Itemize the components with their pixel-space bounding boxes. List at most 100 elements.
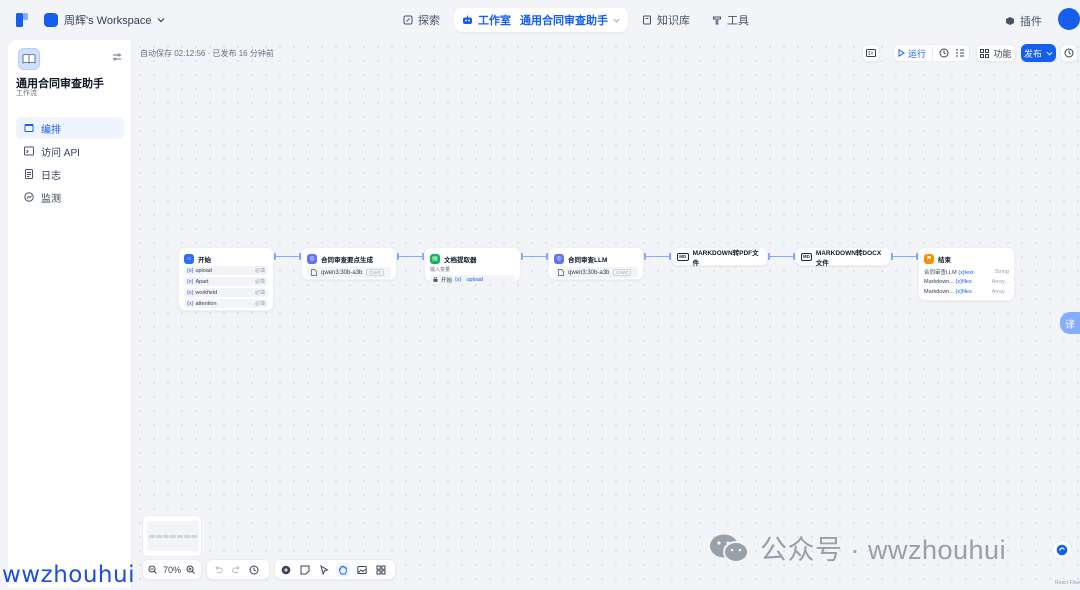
image-icon bbox=[357, 565, 367, 574]
node-llm-review-points[interactable]: ◎ 合同审查要点生成 qwen3:30b-a3b CHAT bbox=[301, 247, 397, 280]
layout-icon bbox=[24, 124, 34, 132]
pointer-mode-button[interactable] bbox=[317, 563, 331, 577]
layout-grid-icon bbox=[376, 565, 386, 575]
watermark-left: wwzhouhui bbox=[2, 562, 135, 588]
lock-icon bbox=[433, 277, 438, 282]
minimap-node bbox=[163, 535, 169, 538]
terminal-icon bbox=[24, 146, 34, 156]
chevron-down-icon bbox=[613, 18, 620, 23]
env-vars-button[interactable] bbox=[862, 44, 880, 62]
start-var-row: {x} upload 必填 bbox=[184, 266, 268, 275]
end-output-row: 合同审查LLM {x}text String bbox=[924, 269, 1009, 276]
minimap-node bbox=[156, 535, 162, 538]
cube-icon bbox=[1006, 17, 1014, 25]
node-title: 结束 bbox=[938, 256, 951, 264]
main-nav: 探索 工作室 通用合同审查助手 知识库 工具 bbox=[395, 8, 757, 32]
node-title: 开始 bbox=[198, 256, 211, 264]
node-start[interactable]: ⌂ 开始 {x} upload 必填 {x} Apart 必填 {x} workfie… bbox=[178, 247, 274, 311]
flag-icon: ⚑ bbox=[924, 253, 934, 264]
add-node-button[interactable] bbox=[279, 563, 293, 577]
book-icon bbox=[643, 15, 651, 25]
sticky-note-icon bbox=[300, 565, 310, 574]
redo-button[interactable] bbox=[229, 563, 243, 577]
hand-mode-button[interactable] bbox=[336, 562, 350, 577]
nav-knowledge[interactable]: 知识库 bbox=[634, 8, 698, 32]
autosave-status: 自动保存 02:12:56 · 已发布 16 分钟前 bbox=[140, 49, 274, 58]
minimap-node bbox=[191, 535, 197, 538]
env-button[interactable] bbox=[862, 44, 880, 62]
monitor-icon bbox=[24, 192, 34, 202]
app-icon bbox=[18, 48, 40, 70]
export-image-button[interactable] bbox=[355, 563, 369, 577]
node-title: 合同审查LLM bbox=[568, 256, 608, 264]
run-button[interactable]: 运行 bbox=[898, 46, 934, 60]
cursor-icon bbox=[319, 564, 329, 575]
edge bbox=[274, 256, 301, 257]
minimap-node bbox=[177, 535, 183, 538]
side-menu: 编排 访问 API 日志 监测 bbox=[16, 117, 124, 209]
workflow-canvas[interactable] bbox=[133, 40, 1080, 588]
features-button[interactable]: 功能 bbox=[976, 44, 1016, 62]
node-doc-extractor[interactable]: ▤ 文档提取器 输入变量 开始 {x} upload bbox=[424, 247, 521, 284]
sidebar-item-orchestrate[interactable]: 编排 bbox=[16, 117, 124, 139]
undo-icon bbox=[215, 566, 223, 574]
start-var-row: {x} attention 必填 bbox=[184, 299, 268, 308]
plugin-button[interactable]: 插件 bbox=[1005, 13, 1042, 29]
node-title: MARKDOWN转PDF文件 bbox=[692, 249, 759, 267]
history-button[interactable] bbox=[247, 563, 261, 577]
add-note-button[interactable] bbox=[298, 563, 312, 577]
node-end[interactable]: ⚑ 结束 合同审查LLM {x}text String Markdown... … bbox=[918, 247, 1015, 301]
minimap-node bbox=[170, 535, 176, 538]
workspace-name: 周辉's Workspace bbox=[64, 15, 152, 27]
user-avatar[interactable] bbox=[1058, 8, 1080, 30]
minimap-node bbox=[149, 535, 155, 538]
nav-studio-app[interactable]: 通用合同审查助手 bbox=[520, 12, 608, 28]
wechat-icon bbox=[710, 534, 749, 563]
workspace-switcher[interactable]: 周辉's Workspace bbox=[44, 12, 165, 28]
version-history-button[interactable] bbox=[1060, 44, 1078, 62]
zoom-in-button[interactable] bbox=[185, 563, 197, 577]
edge bbox=[521, 256, 548, 257]
watermark-center: 公众号 · wwzhouhui bbox=[708, 528, 1006, 567]
sidebar-item-logs[interactable]: 日志 bbox=[16, 163, 124, 185]
node-title: 文档提取器 bbox=[444, 256, 477, 264]
chevron-down-icon bbox=[1046, 51, 1053, 56]
node-markdown-to-pdf[interactable]: MD MARKDOWN转PDF文件 bbox=[671, 247, 768, 267]
hammer-icon bbox=[713, 16, 721, 25]
end-output-row: Markdown... {x}files Array... bbox=[924, 289, 1009, 295]
start-var-row: {x} workfield 必填 bbox=[184, 288, 268, 297]
react-flow-attribution[interactable]: React Flow bbox=[1055, 580, 1080, 586]
node-llm-contract-review[interactable]: ◎ 合同审查LLM qwen3:30b-a3b CHAT bbox=[548, 247, 644, 280]
workspace-avatar bbox=[44, 13, 58, 27]
grid-icon bbox=[980, 48, 990, 58]
checklist-icon[interactable] bbox=[955, 48, 965, 58]
history-control bbox=[206, 559, 270, 580]
minimap[interactable] bbox=[142, 515, 202, 557]
zoom-control: 70% bbox=[142, 559, 202, 580]
document-icon: ▤ bbox=[430, 253, 440, 264]
sidebar-item-api[interactable]: 访问 API bbox=[16, 140, 124, 162]
translate-button[interactable]: 译 bbox=[1060, 312, 1080, 334]
zoom-in-icon bbox=[186, 565, 196, 574]
help-button[interactable] bbox=[1052, 540, 1072, 560]
history-icon bbox=[1064, 48, 1074, 58]
dify-logo-icon[interactable] bbox=[16, 12, 30, 28]
compass-icon bbox=[403, 15, 413, 25]
model-selector: qwen3:30b-a3b CHAT bbox=[307, 267, 391, 278]
organize-layout-button[interactable] bbox=[374, 563, 388, 577]
zoom-out-button[interactable] bbox=[147, 563, 159, 577]
nav-studio[interactable]: 工作室 通用合同审查助手 bbox=[454, 8, 628, 32]
nav-tools[interactable]: 工具 bbox=[704, 8, 757, 32]
zoom-level[interactable]: 70% bbox=[163, 565, 181, 575]
sidebar-item-monitor[interactable]: 监测 bbox=[16, 186, 124, 208]
model-selector: qwen3:30b-a3b CHAT bbox=[554, 267, 638, 278]
history-icon[interactable] bbox=[939, 48, 949, 58]
edge bbox=[768, 256, 795, 257]
undo-button[interactable] bbox=[211, 563, 225, 577]
publish-button[interactable]: 发布 bbox=[1021, 44, 1056, 62]
nav-explore[interactable]: 探索 bbox=[395, 8, 448, 32]
redo-icon bbox=[231, 566, 239, 574]
sidebar-toggle-icon[interactable] bbox=[112, 52, 122, 62]
node-markdown-to-docx[interactable]: MD MARKDOWN转DOCX文件 bbox=[795, 247, 891, 267]
markdown-icon: MD bbox=[801, 252, 812, 261]
